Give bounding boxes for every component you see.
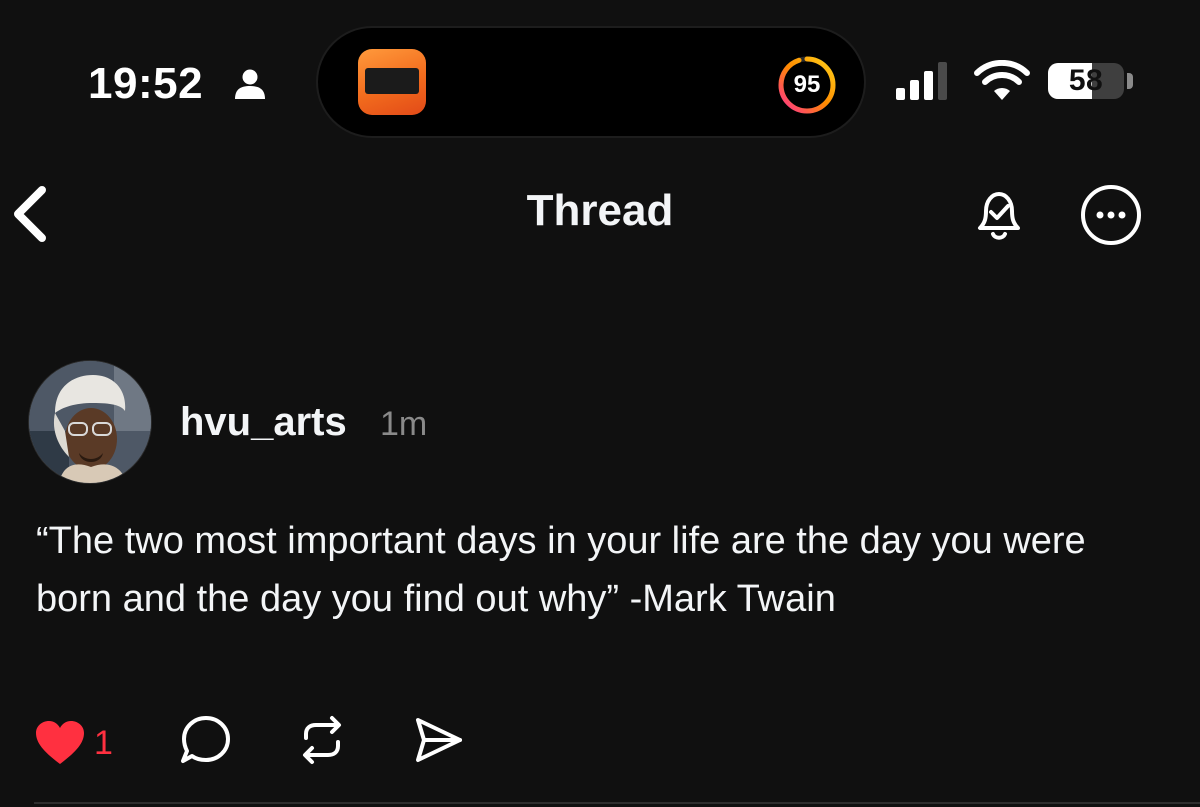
wifi-icon bbox=[974, 60, 1030, 100]
more-icon[interactable] bbox=[1078, 182, 1144, 248]
heart-icon[interactable] bbox=[32, 718, 88, 768]
repost-icon[interactable] bbox=[294, 712, 350, 768]
page-title: Thread bbox=[526, 186, 674, 235]
avatar[interactable] bbox=[28, 360, 152, 484]
bell-check-icon[interactable] bbox=[966, 182, 1032, 248]
back-chevron-icon[interactable] bbox=[4, 182, 58, 246]
like-count: 1 bbox=[94, 724, 113, 762]
progress-ring-value: 95 bbox=[793, 71, 821, 98]
person-icon bbox=[235, 69, 265, 99]
username[interactable]: hvu_arts bbox=[180, 398, 347, 446]
status-time: 19:52 bbox=[88, 59, 204, 108]
battery-cap bbox=[1127, 73, 1133, 89]
divider bbox=[34, 802, 1200, 804]
post-text: “The two most important days in your lif… bbox=[36, 520, 1086, 620]
reply-icon[interactable] bbox=[178, 712, 234, 768]
post-timestamp: 1m bbox=[380, 405, 428, 443]
cellular-signal-icon bbox=[896, 62, 947, 100]
avatar-photo bbox=[29, 361, 151, 483]
share-icon[interactable] bbox=[410, 712, 466, 768]
battery-level: 58 bbox=[1068, 64, 1104, 97]
app-preview-icon bbox=[365, 68, 419, 94]
